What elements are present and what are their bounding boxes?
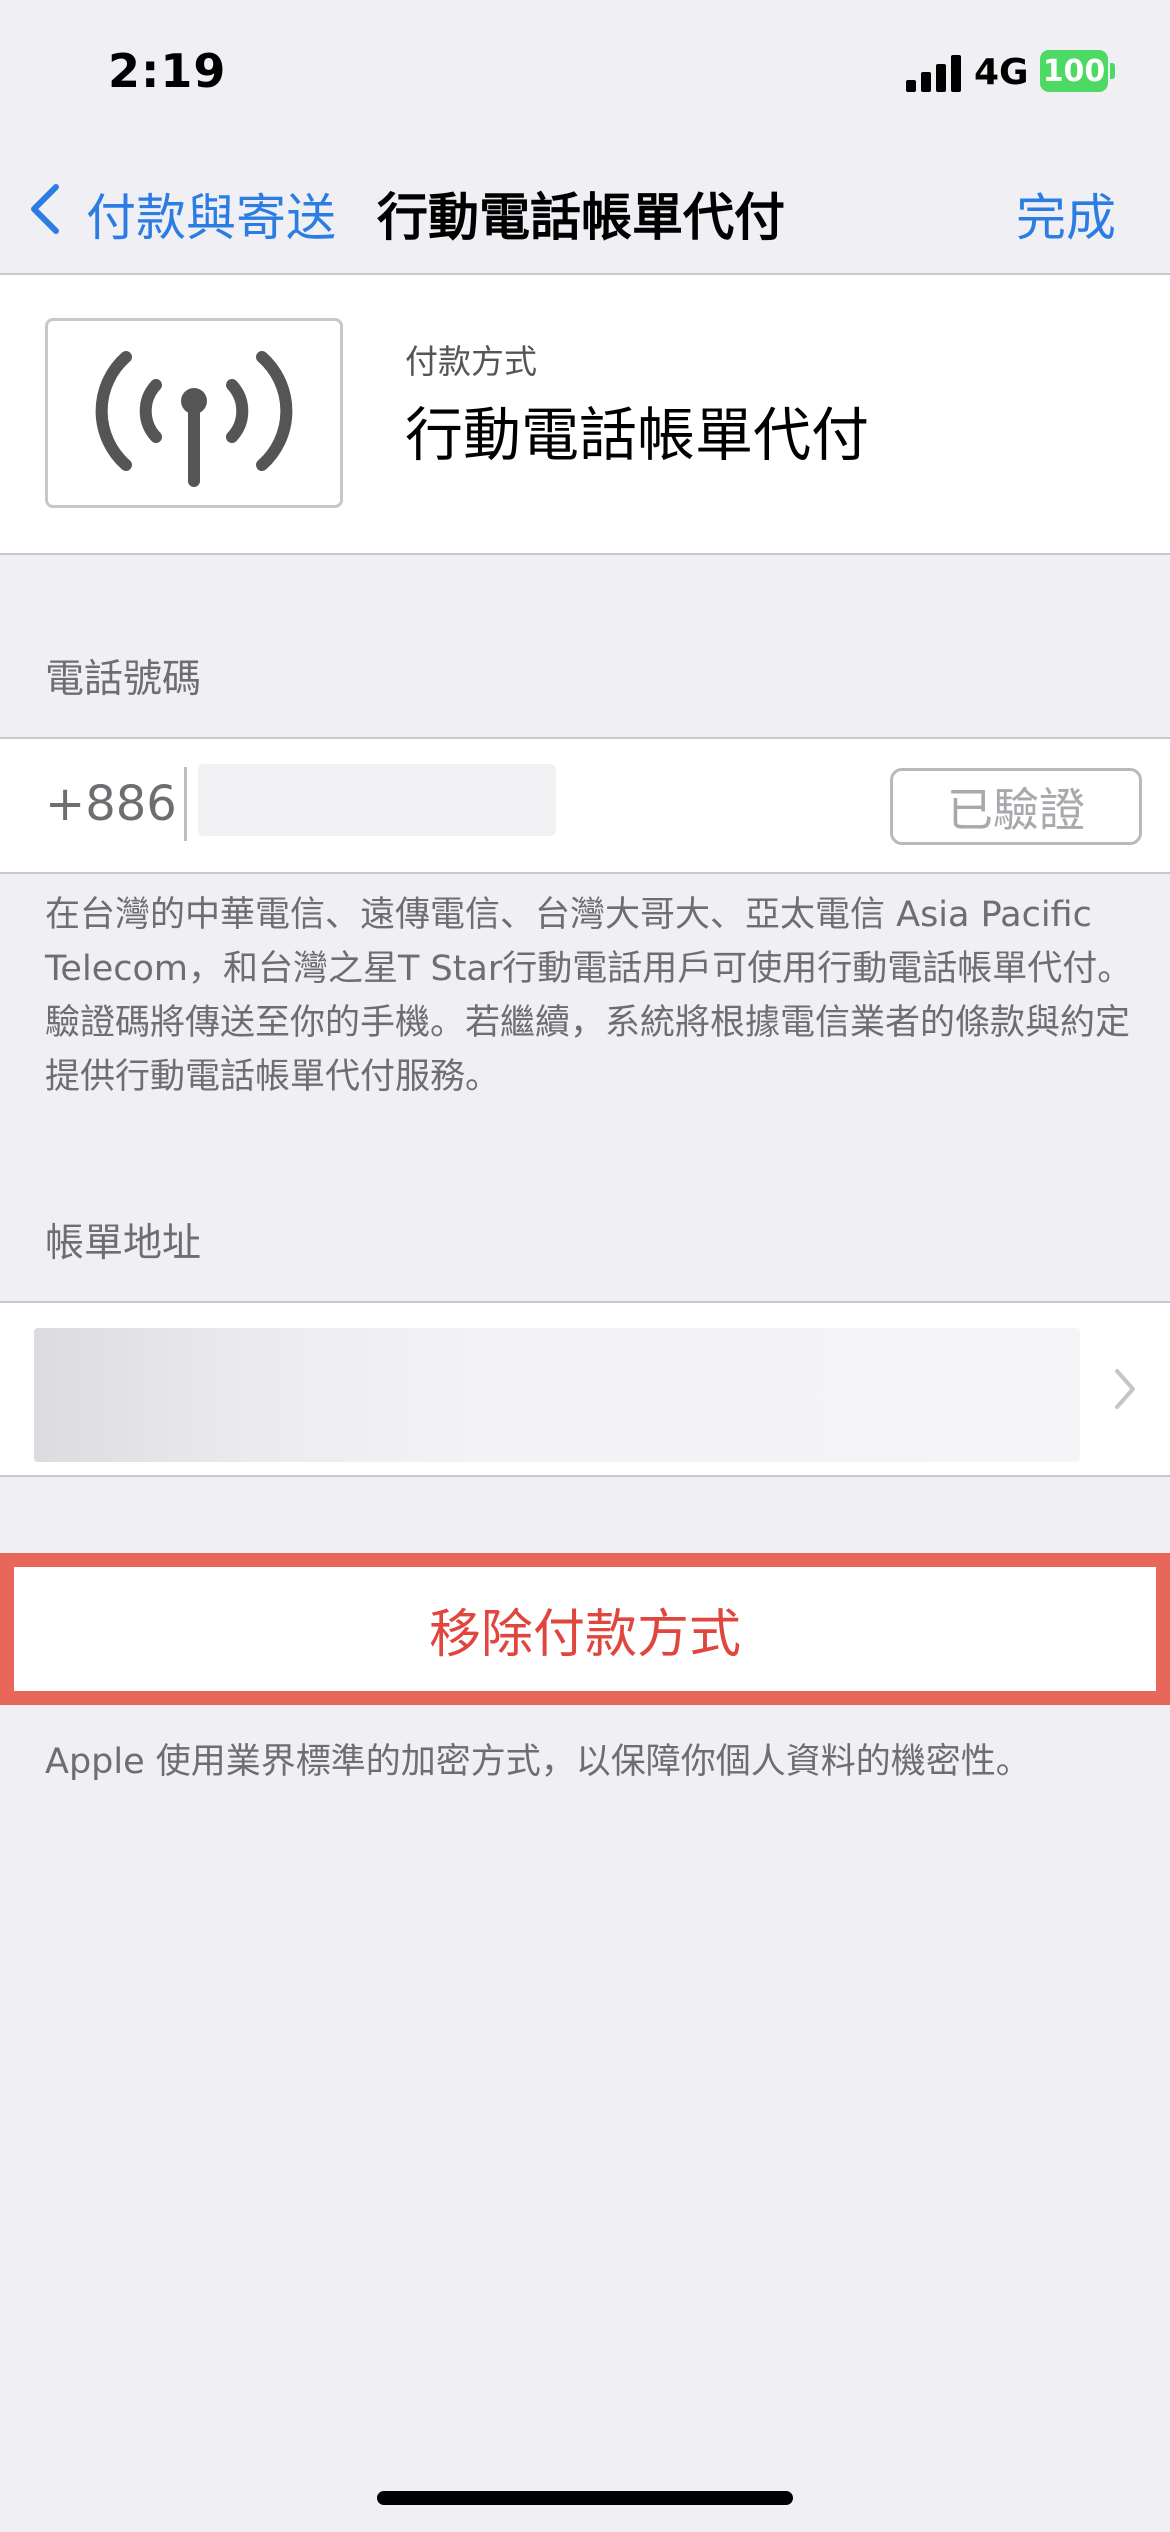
remove-payment-button[interactable]: 移除付款方式	[14, 1567, 1156, 1691]
billing-address-value[interactable]	[34, 1328, 1080, 1462]
country-code: +886	[45, 776, 177, 832]
status-time: 2:19	[108, 44, 227, 98]
antenna-signal-icon	[95, 351, 293, 487]
verified-button: 已驗證	[890, 768, 1142, 845]
battery-icon: 100	[1040, 50, 1108, 92]
done-button[interactable]: 完成	[1016, 178, 1116, 250]
back-chevron-icon[interactable]	[26, 183, 64, 235]
battery-tip	[1110, 63, 1115, 79]
field-divider	[184, 767, 187, 841]
remove-payment-label: 移除付款方式	[428, 1604, 741, 1665]
chevron-right-icon[interactable]	[1112, 1367, 1138, 1411]
page-title: 行動電話帳單代付	[377, 189, 786, 248]
payment-icon-frame	[45, 318, 343, 508]
carrier-billing-note: 在台灣的中華電信、遠傳電信、台灣大哥大、亞太電信 Asia Pacific Te…	[45, 895, 1133, 1097]
phone-section-header: 電話號碼	[45, 657, 202, 702]
back-button[interactable]: 付款與寄送	[86, 178, 336, 250]
phone-number-field[interactable]	[198, 764, 556, 836]
payment-method-caption: 付款方式	[405, 342, 537, 381]
battery-level: 100	[1042, 53, 1106, 89]
home-indicator[interactable]	[377, 2491, 793, 2505]
network-type: 4G	[974, 52, 1029, 93]
privacy-footer: Apple 使用業界標準的加密方式，以保障你個人資料的機密性。	[45, 1742, 1031, 1782]
verified-label: 已驗證	[947, 782, 1085, 837]
cellular-signal-icon	[906, 54, 962, 92]
payment-method-name: 行動電話帳單代付	[405, 401, 870, 469]
billing-section-header: 帳單地址	[45, 1221, 202, 1266]
